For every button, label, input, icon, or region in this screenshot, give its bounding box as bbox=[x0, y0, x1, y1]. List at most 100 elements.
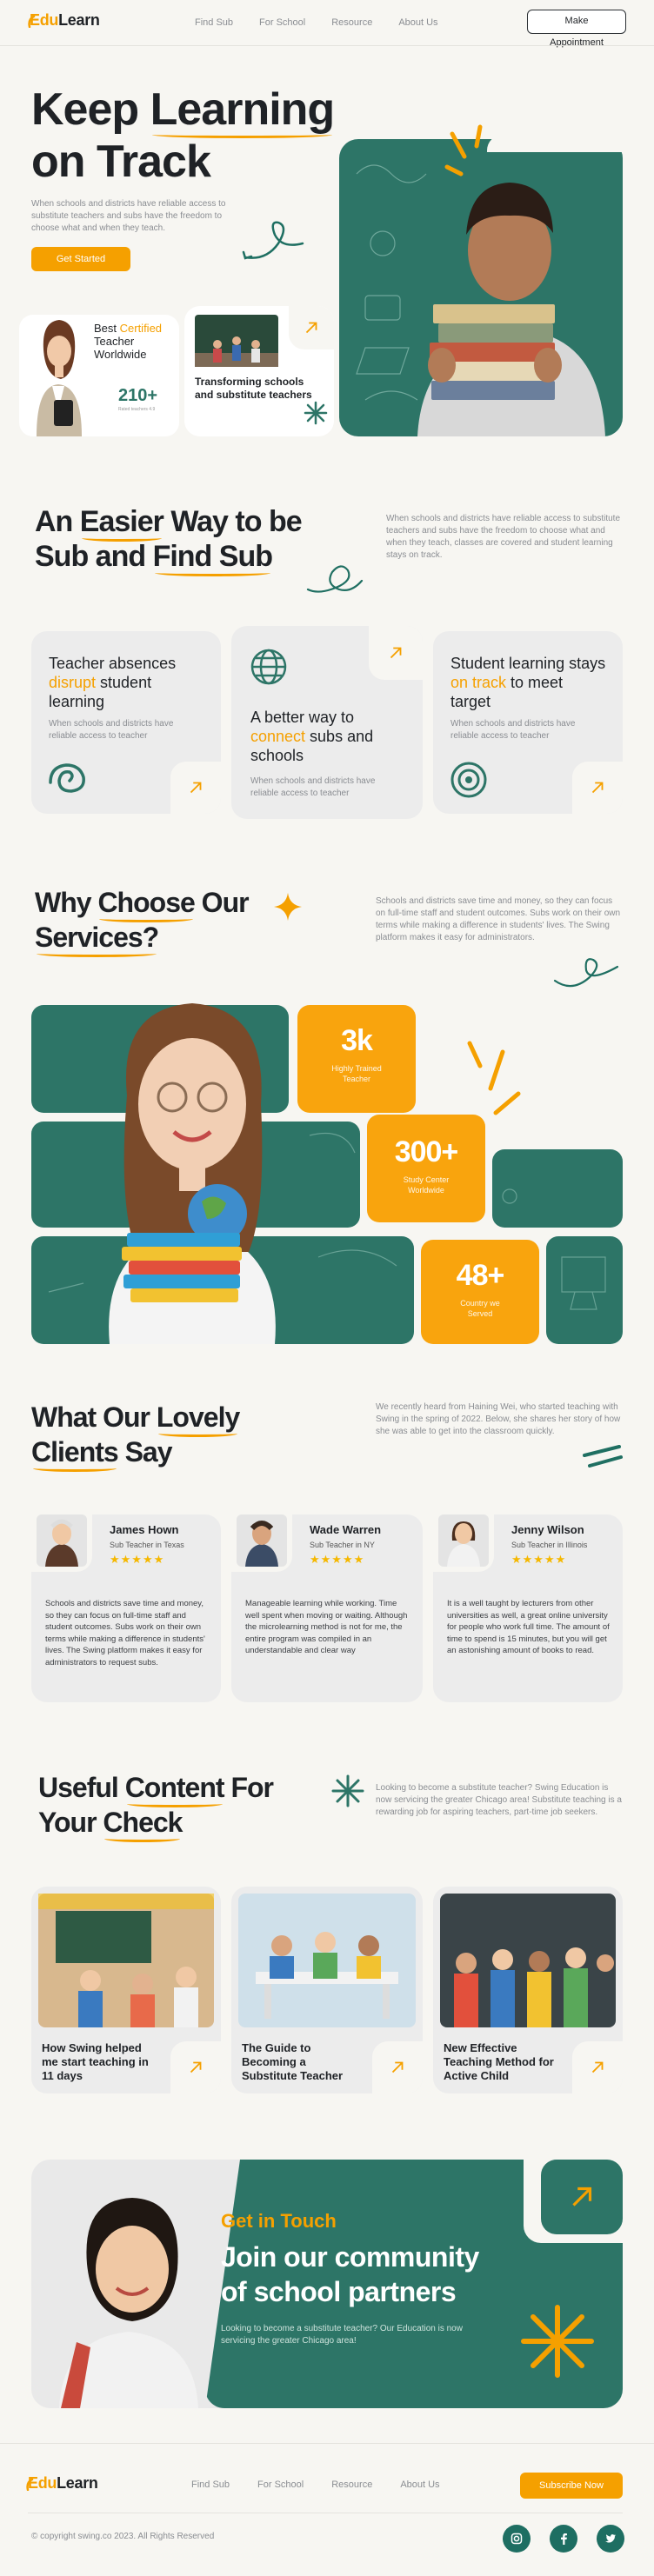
make-appointment-button[interactable]: Make Appointment bbox=[527, 10, 626, 48]
arrow-up-right-icon bbox=[391, 2061, 404, 2073]
clients-description: We recently heard from Haining Wei, who … bbox=[376, 1402, 621, 1436]
nav-resource[interactable]: Resource bbox=[331, 17, 372, 28]
swirl-why-icon bbox=[553, 958, 619, 988]
feature-card-absences: Teacher absences disrupt student learnin… bbox=[31, 631, 221, 814]
cta-kicker: Get in Touch bbox=[221, 2210, 337, 2232]
spiral-icon bbox=[49, 763, 85, 793]
footer-logo[interactable]: EduLearn bbox=[26, 2474, 98, 2493]
clients-title: What Our Lovely Clients Say bbox=[31, 1401, 240, 1472]
swirl-icon bbox=[306, 565, 364, 593]
logo-swoosh-icon bbox=[28, 16, 36, 28]
hero-spark-lines-icon bbox=[444, 124, 483, 176]
why-mosaic: 3k Highly Trained Teacher 300+ Study Cen… bbox=[31, 1003, 623, 1344]
logo-swoosh-icon bbox=[26, 2479, 34, 2491]
transforming-card: Transforming schools and substitute teac… bbox=[184, 306, 334, 436]
content-description: Looking to become a substitute teacher? … bbox=[376, 1783, 622, 1817]
classroom-photo bbox=[195, 315, 278, 367]
main-nav: Find Sub For School Resource About Us bbox=[195, 17, 438, 28]
arrow-up-right-icon bbox=[591, 782, 604, 794]
subscribe-button[interactable]: Subscribe Now bbox=[520, 2473, 623, 2499]
teacher-photo bbox=[37, 320, 82, 436]
transforming-arrow-button[interactable] bbox=[289, 306, 334, 349]
feature-card-connect-arrow[interactable] bbox=[369, 626, 423, 680]
avatar bbox=[37, 1514, 87, 1567]
cta-girl-image bbox=[59, 2198, 198, 2408]
feature-card-track-arrow[interactable] bbox=[572, 762, 623, 814]
easier-title: An Easier Way to be Sub and Find Sub bbox=[35, 505, 303, 576]
arrow-up-right-icon bbox=[305, 322, 317, 334]
arrow-up-right-icon bbox=[390, 647, 402, 659]
hero-image-top-tab bbox=[487, 135, 623, 152]
logo[interactable]: EduLearn bbox=[28, 11, 100, 30]
globe-icon bbox=[250, 649, 287, 685]
certified-teacher-card: Best Certified Teacher Worldwide 210+ Ra… bbox=[19, 306, 179, 436]
social-links bbox=[503, 2525, 624, 2553]
testimonial-card-wade: Wade Warren Sub Teacher in NY ★★★★★ Mana… bbox=[231, 1514, 423, 1702]
footer-link-for-school[interactable]: For School bbox=[257, 2479, 304, 2490]
cta-arrow-button[interactable] bbox=[541, 2160, 623, 2234]
arrow-up-right-icon bbox=[572, 2187, 592, 2207]
nav-find-sub[interactable]: Find Sub bbox=[195, 17, 233, 28]
instagram-icon[interactable] bbox=[503, 2525, 531, 2553]
get-started-button[interactable]: Get Started bbox=[31, 247, 130, 271]
double-stroke-icon bbox=[583, 1445, 623, 1468]
footer-nav: Find Sub For School Resource About Us bbox=[191, 2479, 440, 2490]
cta-title: Join our community of school partners bbox=[221, 2241, 479, 2307]
easier-description: When schools and districts have reliable… bbox=[386, 514, 621, 560]
hero-title: Keep Learning on Track bbox=[31, 84, 335, 187]
content-title: Useful Content For Your Check bbox=[38, 1772, 274, 1842]
arrow-up-right-icon bbox=[190, 782, 202, 794]
cta-description: Looking to become a substitute teacher? … bbox=[221, 2324, 463, 2346]
feature-card-connect: A better way to connect subs and schools… bbox=[231, 626, 423, 819]
curly-arrow-icon bbox=[242, 221, 304, 260]
nav-about-us[interactable]: About Us bbox=[398, 17, 437, 28]
arrow-up-right-icon bbox=[591, 2061, 604, 2073]
feature-card-absences-arrow[interactable] bbox=[170, 762, 221, 814]
rating-stars: ★★★★★ bbox=[110, 1553, 165, 1566]
instagram-glyph bbox=[511, 2533, 523, 2545]
girl-with-globe-image bbox=[109, 1003, 276, 1344]
stat-countries: 48+ Country we Served bbox=[421, 1240, 539, 1344]
twitter-glyph bbox=[605, 2534, 616, 2543]
footer-link-resource[interactable]: Resource bbox=[331, 2479, 372, 2490]
sparkle-teal-icon bbox=[304, 401, 328, 425]
stat-teachers: 3k Highly Trained Teacher bbox=[297, 1005, 416, 1113]
cta-banner: Get in Touch Join our community of schoo… bbox=[31, 2160, 623, 2408]
students-table-image bbox=[238, 1894, 416, 2027]
blog-card-guide[interactable]: The Guide to Becoming a Substitute Teach… bbox=[231, 1887, 423, 2093]
blog-card-swing[interactable]: How Swing helped me start teaching in 11… bbox=[31, 1887, 221, 2093]
blog-card-method[interactable]: New Effective Teaching Method for Active… bbox=[433, 1887, 623, 2093]
footer-link-about-us[interactable]: About Us bbox=[400, 2479, 439, 2490]
target-icon bbox=[450, 762, 487, 798]
copyright: © copyright swing.co 2023. All Rights Re… bbox=[31, 2532, 215, 2541]
rating-stars: ★★★★★ bbox=[310, 1553, 365, 1566]
sparkle-teal-icon bbox=[331, 1774, 364, 1807]
rating-stars: ★★★★★ bbox=[511, 1553, 567, 1566]
testimonial-card-jenny: Jenny Wilson Sub Teacher in Illinois ★★★… bbox=[433, 1514, 623, 1702]
avatar bbox=[438, 1514, 489, 1567]
facebook-icon[interactable] bbox=[550, 2525, 577, 2553]
hero-description: When schools and districts have reliable… bbox=[31, 199, 226, 233]
footer-link-find-sub[interactable]: Find Sub bbox=[191, 2479, 230, 2490]
testimonial-card-james: James Hown Sub Teacher in Texas ★★★★★ Sc… bbox=[31, 1514, 221, 1702]
certified-count: 210+ bbox=[118, 386, 158, 405]
sparkle-orange-icon bbox=[274, 893, 302, 921]
why-title: Why Choose Our Services? bbox=[35, 887, 250, 957]
twitter-icon[interactable] bbox=[597, 2525, 624, 2553]
why-spark-lines-icon bbox=[467, 1041, 521, 1115]
blog-card-guide-arrow[interactable] bbox=[372, 2041, 423, 2093]
classroom-image bbox=[38, 1894, 214, 2027]
avatar bbox=[237, 1514, 287, 1567]
blog-card-method-arrow[interactable] bbox=[572, 2041, 623, 2093]
nav-divider bbox=[0, 45, 654, 46]
stat-study-centers: 300+ Study Center Worldwide bbox=[367, 1115, 485, 1222]
feature-card-track: Student learning stays on track to meet … bbox=[433, 631, 623, 814]
sparkle-orange-icon bbox=[521, 2305, 594, 2378]
blog-card-swing-arrow[interactable] bbox=[170, 2041, 221, 2093]
why-description: Schools and districts save time and mone… bbox=[376, 896, 621, 942]
facebook-glyph bbox=[561, 2533, 567, 2545]
arrow-up-right-icon bbox=[190, 2061, 202, 2073]
kids-row-image bbox=[440, 1894, 616, 2027]
nav-for-school[interactable]: For School bbox=[259, 17, 305, 28]
footer-divider-top bbox=[0, 2443, 654, 2444]
